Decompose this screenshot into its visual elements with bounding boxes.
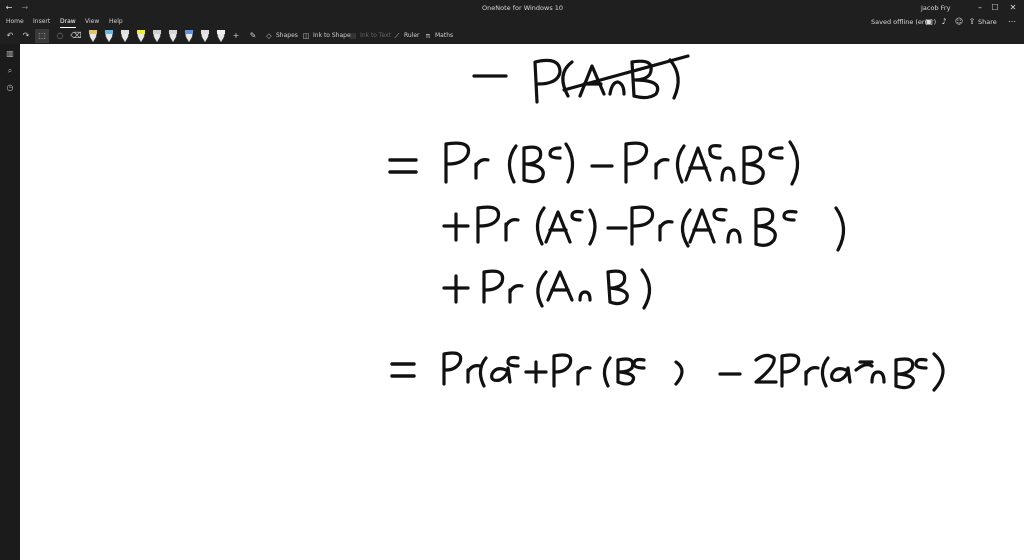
tab-insert[interactable]: Insert <box>33 17 50 27</box>
minimize-icon[interactable]: – <box>973 2 987 14</box>
draw-toolbar: ↶ ↷ ⬚ ◌ ⌫ + ✎ ◇ Shapes ◫ Ink to Shape ▤ … <box>0 28 1024 44</box>
back-arrow-icon[interactable]: ← <box>2 2 16 14</box>
pen-settings-icon[interactable]: ✎ <box>246 29 260 43</box>
ink-to-text-button: Ink to Text <box>360 32 392 39</box>
pen-1-icon[interactable] <box>88 30 98 43</box>
maths-button[interactable]: Maths <box>435 30 453 42</box>
people-icon[interactable]: ☺ <box>952 16 966 28</box>
shapes-icon[interactable]: ◇ <box>264 29 274 43</box>
notebook-icon[interactable]: ▣ <box>922 16 936 28</box>
notebooks-icon[interactable]: ▥ <box>4 48 16 60</box>
maths-icon[interactable]: π <box>423 29 433 43</box>
tab-view[interactable]: View <box>85 17 99 27</box>
tab-draw[interactable]: Draw <box>60 17 76 28</box>
shapes-button[interactable]: Shapes <box>276 30 298 42</box>
navigation-sidebar: ▥ ⌕ ◷ <box>0 44 20 560</box>
pen-8-icon[interactable] <box>200 30 210 43</box>
handwritten-ink[interactable] <box>20 44 1024 560</box>
recent-notes-icon[interactable]: ◷ <box>4 82 16 94</box>
select-objects-icon[interactable]: ⬚ <box>35 29 49 43</box>
bell-icon[interactable]: ♪ <box>937 16 951 28</box>
tab-help[interactable]: Help <box>109 17 123 27</box>
title-bar: ← → OneNote for Windows 10 Jacob Fry – ☐… <box>0 0 1024 16</box>
pen-2-icon[interactable] <box>104 30 114 43</box>
pen-6-icon[interactable] <box>168 30 178 43</box>
tab-home[interactable]: Home <box>6 17 24 27</box>
pen-4-icon[interactable] <box>136 30 146 43</box>
ruler-icon[interactable]: ⟋ <box>392 29 402 43</box>
lasso-select-icon[interactable]: ◌ <box>53 29 67 43</box>
share-icon[interactable]: ⇪ <box>965 16 979 28</box>
pen-palette <box>88 30 226 43</box>
ink-to-shape-button[interactable]: Ink to Shape <box>313 30 351 42</box>
ink-to-text-icon: ▤ <box>349 32 357 40</box>
eraser-icon[interactable]: ⌫ <box>69 29 83 43</box>
redo-icon[interactable]: ↷ <box>19 29 33 43</box>
forward-arrow-icon[interactable]: → <box>18 2 32 14</box>
more-options-icon[interactable]: ⋯ <box>1005 16 1019 28</box>
user-name[interactable]: Jacob Fry <box>921 3 950 13</box>
pen-5-icon[interactable] <box>152 30 162 43</box>
search-icon[interactable]: ⌕ <box>4 65 16 77</box>
ink-to-shape-icon[interactable]: ◫ <box>301 29 311 43</box>
menu-bar: Home Insert Draw View Help Saved offline… <box>0 16 1024 28</box>
close-icon[interactable]: ✕ <box>1006 2 1020 14</box>
ruler-button[interactable]: Ruler <box>404 30 420 42</box>
pen-7-icon[interactable] <box>184 30 194 43</box>
undo-icon[interactable]: ↶ <box>3 29 17 43</box>
maximize-icon[interactable]: ☐ <box>988 2 1002 14</box>
add-pen-icon[interactable]: + <box>229 29 243 43</box>
share-button[interactable]: Share <box>978 17 997 27</box>
pen-9-icon[interactable] <box>216 30 226 43</box>
window-title: OneNote for Windows 10 <box>482 4 564 12</box>
pen-3-icon[interactable] <box>120 30 130 43</box>
note-canvas[interactable] <box>20 44 1024 560</box>
